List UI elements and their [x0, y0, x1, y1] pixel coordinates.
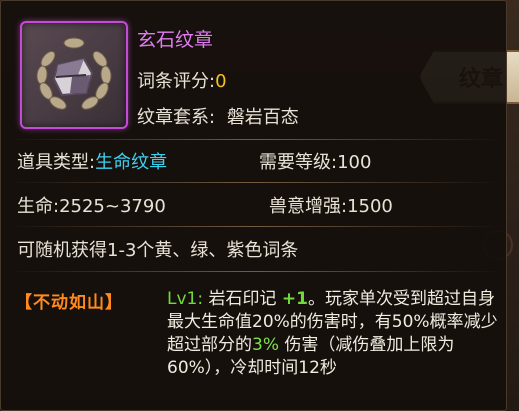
skill-description: Lv1: 岩石印记 +1。玩家单次受到超过自身最大生命值20%的伤害时，有50%…	[167, 288, 501, 380]
type-label: 道具类型:	[17, 152, 96, 173]
set-row: 纹章套系: 磐岩百态	[137, 103, 299, 129]
skill-level: Lv1:	[167, 289, 204, 309]
beast-value: 1500	[347, 196, 393, 217]
rating-row: 词条评分:0	[137, 67, 227, 93]
rating-value: 0	[215, 71, 227, 92]
hp-label: 生命:	[17, 196, 60, 217]
skill-plus: +1	[281, 289, 308, 309]
set-label: 纹章套系:	[137, 107, 216, 128]
level-value: 100	[337, 152, 372, 173]
item-tooltip: 玄石纹章 词条评分:0 纹章套系: 磐岩百态 道具类型:生命纹章 需要等级:10…	[0, 0, 507, 411]
set-value: 磐岩百态	[226, 107, 299, 128]
stone-emblem-icon	[36, 37, 112, 110]
item-icon-frame	[20, 21, 128, 129]
item-name: 玄石纹章	[137, 29, 214, 51]
beast-row: 兽意增强:1500	[269, 192, 393, 218]
skill-name: 岩石印记	[203, 289, 282, 309]
type-value: 生命纹章	[95, 152, 168, 173]
level-row: 需要等级:100	[259, 148, 371, 174]
random-affix-text: 可随机获得1-3个黄、绿、紫色词条	[17, 240, 299, 261]
divider-bottom	[9, 271, 500, 272]
rating-label: 词条评分:	[137, 71, 216, 92]
skill-percent: 3%	[252, 335, 279, 355]
beast-label: 兽意增强:	[269, 196, 348, 217]
type-row: 道具类型:生命纹章	[17, 148, 167, 174]
level-label: 需要等级:	[259, 152, 338, 173]
divider-lower	[9, 226, 500, 227]
hp-row: 生命:2525~3790	[17, 192, 166, 218]
divider-top	[9, 139, 500, 140]
hp-value: 2525~3790	[59, 196, 166, 217]
skill-badge: 【不动如山】	[15, 293, 123, 313]
divider-mid	[9, 182, 500, 183]
